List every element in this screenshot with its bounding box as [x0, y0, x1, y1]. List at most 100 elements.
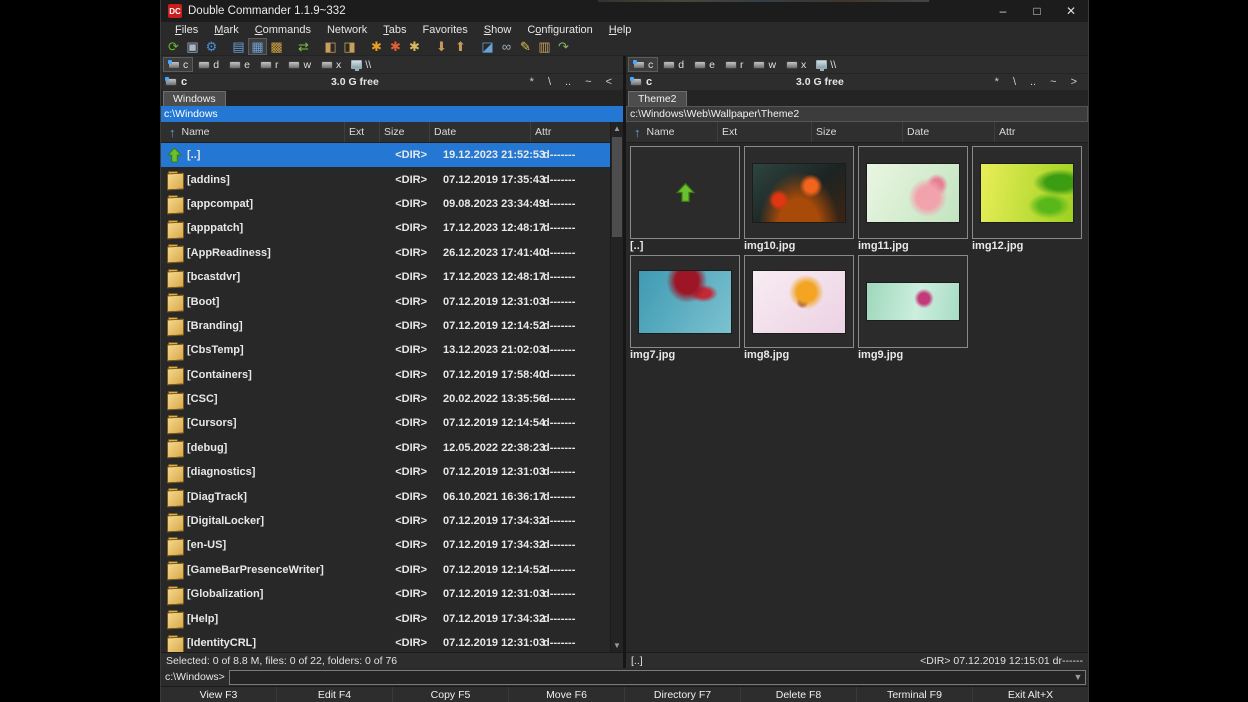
refresh-icon[interactable]: ⟳: [164, 38, 183, 55]
menu-files[interactable]: Files: [167, 24, 206, 36]
test-archive-icon[interactable]: ✱: [405, 38, 424, 55]
right-drive-x[interactable]: x: [781, 57, 811, 72]
right-drive-d[interactable]: d: [658, 57, 689, 72]
right-nav-3[interactable]: ~: [1043, 76, 1063, 88]
file-row[interactable]: [IdentityCRL]<DIR>07.12.2019 12:31:03d--…: [161, 631, 611, 652]
file-row[interactable]: [en-US]<DIR>07.12.2019 17:34:32d-------: [161, 533, 611, 557]
terminal-icon[interactable]: ▣: [183, 38, 202, 55]
fkey-exit-alt-x[interactable]: Exit Alt+X: [972, 687, 1088, 702]
scrollbar-thumb[interactable]: [612, 137, 622, 237]
properties-icon[interactable]: ↷: [554, 38, 573, 55]
file-row[interactable]: [Containers]<DIR>07.12.2019 17:58:40d---…: [161, 363, 611, 387]
right-drive-w[interactable]: w: [748, 57, 781, 72]
menu-configuration[interactable]: Configuration: [519, 24, 600, 36]
left-nav-1[interactable]: \: [541, 76, 558, 88]
left-nav-3[interactable]: ~: [578, 76, 598, 88]
file-row[interactable]: [addins]<DIR>07.12.2019 17:35:43d-------: [161, 167, 611, 191]
left-nav-4[interactable]: <: [599, 76, 619, 88]
right-nav-4[interactable]: >: [1064, 76, 1084, 88]
file-row[interactable]: [CbsTemp]<DIR>13.12.2023 21:02:03d------…: [161, 338, 611, 362]
left-header-date[interactable]: Date: [430, 122, 531, 142]
thumbnail-tile[interactable]: [972, 146, 1082, 239]
left-drive-w[interactable]: w: [283, 57, 316, 72]
up-directory-tile[interactable]: [630, 146, 740, 239]
file-row[interactable]: [DiagTrack]<DIR>06.10.2021 16:36:17d----…: [161, 484, 611, 508]
command-input[interactable]: [230, 671, 1071, 684]
pack-into-archive-icon[interactable]: ⬇: [432, 38, 451, 55]
file-row[interactable]: [bcastdvr]<DIR>17.12.2023 12:48:17d-----…: [161, 265, 611, 289]
left-drive-c[interactable]: c: [163, 57, 193, 72]
right-header-size[interactable]: Size: [812, 122, 903, 142]
fkey-move-f6[interactable]: Move F6: [508, 687, 624, 702]
left-header-size[interactable]: Size: [380, 122, 430, 142]
copy-files-icon[interactable]: ◪: [478, 38, 497, 55]
swap-panels-icon[interactable]: ⇄: [294, 38, 313, 55]
file-row[interactable]: [AppReadiness]<DIR>26.12.2023 17:41:40d-…: [161, 241, 611, 265]
file-row[interactable]: [..]<DIR>19.12.2023 21:52:53d-------: [161, 143, 611, 167]
left-network-drive[interactable]: \\: [346, 57, 376, 72]
left-header-name[interactable]: ↑Name: [161, 122, 345, 142]
right-drive-c[interactable]: c: [628, 57, 658, 72]
right-header-attr[interactable]: Attr: [995, 122, 1088, 142]
thumbnail-tile[interactable]: [858, 255, 968, 348]
left-drive-x[interactable]: x: [316, 57, 346, 72]
fkey-directory-f7[interactable]: Directory F7: [624, 687, 740, 702]
left-scrollbar[interactable]: ▲ ▼: [610, 122, 623, 652]
fkey-delete-f8[interactable]: Delete F8: [740, 687, 856, 702]
right-header-name[interactable]: ↑Name: [626, 122, 718, 142]
right-drive-select[interactable]: c: [630, 76, 652, 88]
right-nav-1[interactable]: \: [1006, 76, 1023, 88]
left-path-bar[interactable]: c:\Windows: [161, 106, 623, 122]
thumbnail-tile[interactable]: [744, 146, 854, 239]
left-drive-d[interactable]: d: [193, 57, 224, 72]
menu-show[interactable]: Show: [476, 24, 520, 36]
sync-dirs-icon[interactable]: ▥: [535, 38, 554, 55]
left-nav-2[interactable]: ..: [558, 76, 578, 88]
menu-commands[interactable]: Commands: [247, 24, 319, 36]
file-row[interactable]: [Globalization]<DIR>07.12.2019 12:31:03d…: [161, 582, 611, 606]
pack-icon[interactable]: ✱: [367, 38, 386, 55]
menu-mark[interactable]: Mark: [206, 24, 246, 36]
minimize-icon[interactable]: –: [986, 0, 1020, 22]
menu-network[interactable]: Network: [319, 24, 375, 36]
right-header-ext[interactable]: Ext: [718, 122, 812, 142]
maximize-icon[interactable]: □: [1020, 0, 1054, 22]
search-icon[interactable]: ∞: [497, 38, 516, 55]
fkey-copy-f5[interactable]: Copy F5: [392, 687, 508, 702]
left-drive-e[interactable]: e: [224, 57, 255, 72]
fkey-terminal-f9[interactable]: Terminal F9: [856, 687, 972, 702]
file-row[interactable]: [Branding]<DIR>07.12.2019 12:14:52d-----…: [161, 314, 611, 338]
full-view-icon[interactable]: ▦: [248, 38, 267, 55]
right-drive-e[interactable]: e: [689, 57, 720, 72]
left-header-ext[interactable]: Ext: [345, 122, 380, 142]
extract-icon[interactable]: ✱: [386, 38, 405, 55]
right-drive-r[interactable]: r: [720, 57, 749, 72]
right-tab-theme2[interactable]: Theme2: [628, 91, 687, 106]
file-row[interactable]: [DigitalLocker]<DIR>07.12.2019 17:34:32d…: [161, 509, 611, 533]
file-row[interactable]: [appcompat]<DIR>09.08.2023 23:34:49d----…: [161, 192, 611, 216]
thumbnail-tile[interactable]: [630, 255, 740, 348]
unpack-from-archive-icon[interactable]: ⬆: [451, 38, 470, 55]
menu-favorites[interactable]: Favorites: [415, 24, 476, 36]
left-nav-0[interactable]: *: [523, 76, 541, 88]
menu-help[interactable]: Help: [601, 24, 640, 36]
fkey-edit-f4[interactable]: Edit F4: [276, 687, 392, 702]
right-nav-0[interactable]: *: [988, 76, 1006, 88]
thumbnail-tile[interactable]: [744, 255, 854, 348]
left-drive-r[interactable]: r: [255, 57, 284, 72]
file-row[interactable]: [diagnostics]<DIR>07.12.2019 12:31:03d--…: [161, 460, 611, 484]
scroll-up-icon[interactable]: ▲: [611, 122, 623, 135]
close-icon[interactable]: ✕: [1054, 0, 1088, 22]
left-drive-select[interactable]: c: [165, 76, 187, 88]
right-network-drive[interactable]: \\: [811, 57, 841, 72]
right-nav-2[interactable]: ..: [1023, 76, 1043, 88]
thumbnail-tile[interactable]: [858, 146, 968, 239]
scroll-down-icon[interactable]: ▼: [611, 639, 623, 652]
fkey-view-f3[interactable]: View F3: [161, 687, 276, 702]
copy-left-panel-icon[interactable]: ◧: [321, 38, 340, 55]
file-row[interactable]: [Help]<DIR>07.12.2019 17:34:32d-------: [161, 606, 611, 630]
file-row[interactable]: [Boot]<DIR>07.12.2019 12:31:03d-------: [161, 289, 611, 313]
file-row[interactable]: [CSC]<DIR>20.02.2022 13:35:56d-------: [161, 387, 611, 411]
right-path-bar[interactable]: c:\Windows\Web\Wallpaper\Theme2: [626, 106, 1088, 122]
multi-rename-icon[interactable]: ✎: [516, 38, 535, 55]
